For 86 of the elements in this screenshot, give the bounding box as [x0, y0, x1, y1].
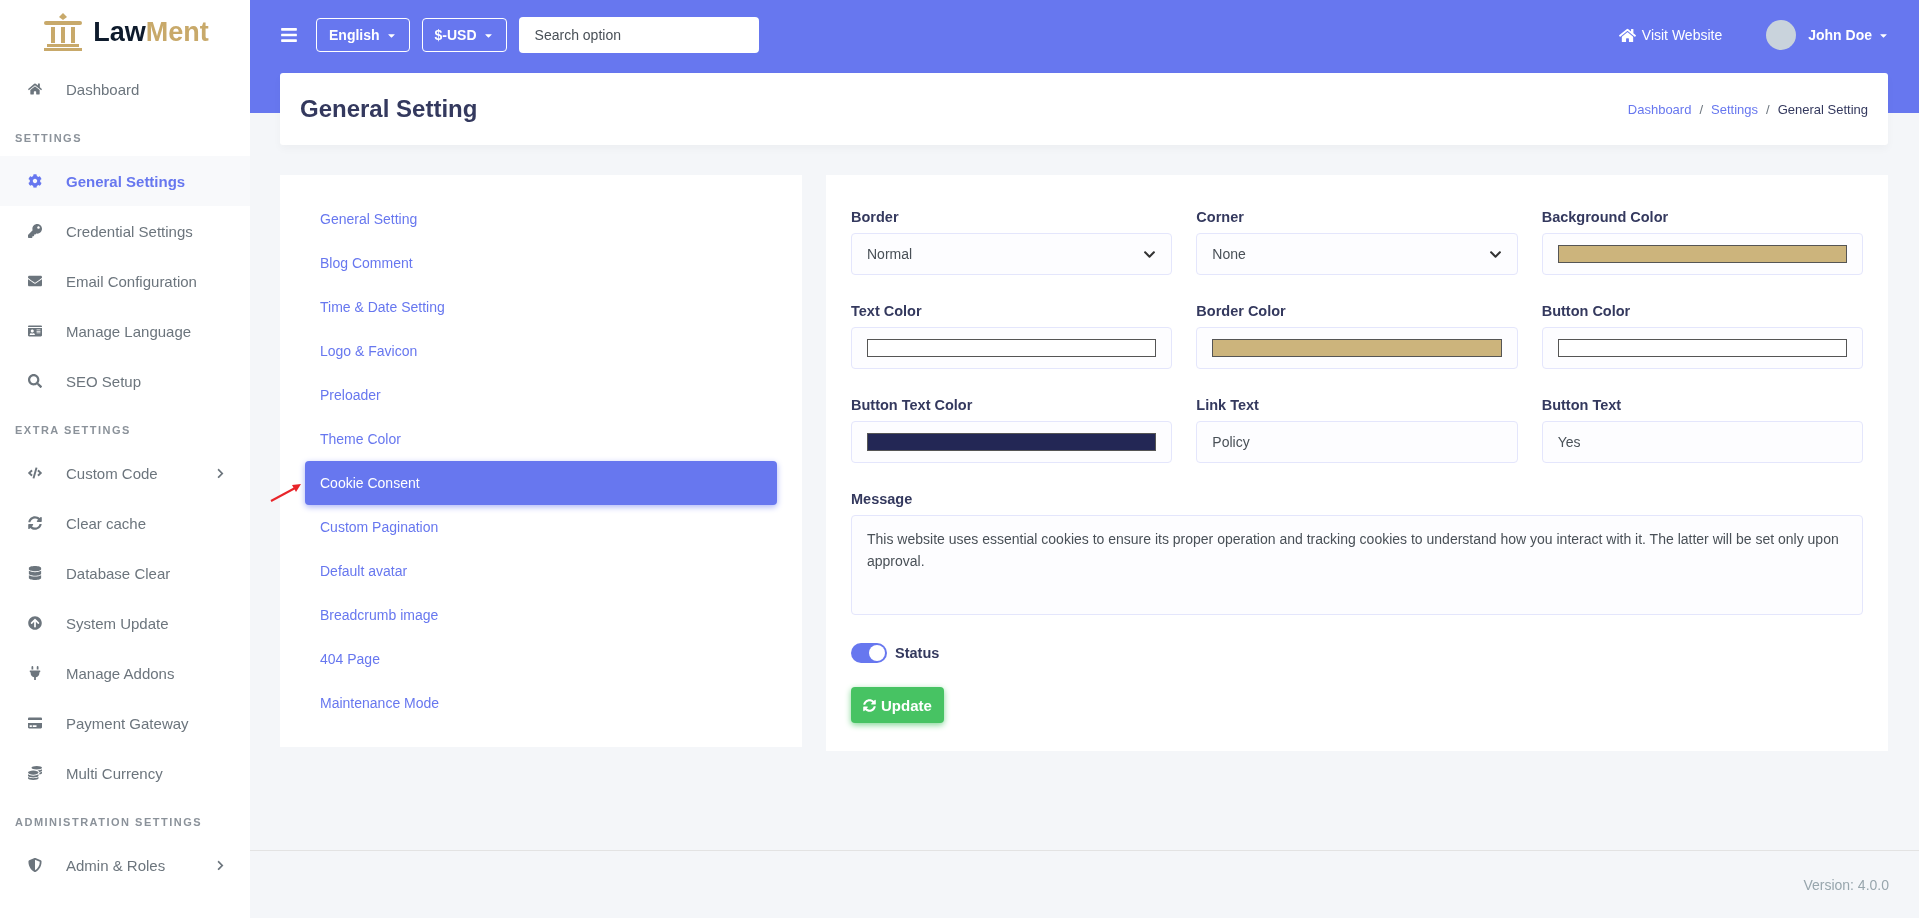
select-field[interactable]: Normal — [851, 233, 1173, 275]
sidebar-item[interactable]: Multi Currency — [0, 748, 250, 798]
sidebar-section-heading: SETTINGS — [14, 131, 83, 146]
breadcrumb-link[interactable]: Dashboard — [1627, 101, 1692, 117]
settings-menu-item[interactable]: Breadcrumb image — [305, 593, 777, 637]
chevron-right-icon — [215, 859, 226, 871]
coins-icon — [28, 766, 42, 780]
sidebar-item[interactable]: Manage Addons — [0, 648, 250, 698]
sidebar-item[interactable]: Clear cache — [0, 498, 250, 548]
sidebar-item[interactable]: Database Clear — [0, 548, 250, 598]
field-label: Text Color — [851, 303, 923, 319]
refresh-icon — [863, 698, 876, 712]
color-field[interactable] — [851, 421, 1173, 463]
avatar[interactable] — [1766, 20, 1797, 50]
sidebar-item[interactable]: Dashboard — [0, 64, 250, 114]
shield-icon — [28, 858, 42, 872]
settings-menu-item[interactable]: 404 Page — [305, 637, 777, 681]
toggle-label: Status — [895, 645, 940, 661]
settings-menu-item[interactable]: Custom Pagination — [305, 505, 777, 549]
settings-menu-item[interactable]: Blog Comment — [305, 241, 777, 285]
upload-icon — [28, 616, 42, 630]
settings-menu-item[interactable]: Cookie Consent — [305, 461, 777, 505]
settings-menu-item[interactable]: Theme Color — [305, 417, 777, 461]
id-card-icon — [28, 324, 42, 338]
sidebar-item[interactable]: Payment Gateway — [0, 698, 250, 748]
sidebar-item[interactable]: Custom Code — [0, 448, 250, 498]
brand-logo-text: LawMent — [93, 16, 209, 48]
home-icon — [28, 82, 42, 96]
menu-icon[interactable] — [280, 26, 298, 44]
plug-icon — [28, 666, 42, 680]
field-label: Border Color — [1196, 303, 1287, 319]
visit-website-link[interactable]: Visit Website — [1618, 26, 1723, 44]
credit-card-icon — [28, 716, 42, 730]
sidebar-section-heading: EXTRA SETTINGS — [14, 423, 132, 438]
currency-dropdown[interactable]: $-USD — [421, 18, 507, 52]
sidebar-item[interactable]: General Settings — [0, 156, 250, 206]
breadcrumb-current: General Setting — [1777, 101, 1868, 117]
input-field[interactable]: Policy — [1196, 421, 1518, 463]
update-button[interactable]: Update — [851, 687, 944, 723]
gear-icon — [28, 174, 42, 188]
user-menu[interactable]: John Doe — [1808, 27, 1889, 43]
field-label: Button Text — [1541, 397, 1623, 413]
breadcrumb-separator: / — [1699, 101, 1704, 117]
key-icon — [28, 224, 42, 238]
search-icon — [28, 374, 42, 388]
breadcrumb-separator: / — [1766, 101, 1770, 117]
field-label: Link Text — [1196, 397, 1260, 413]
sidebar-section-heading: ADMINISTRATION SETTINGS — [14, 815, 204, 830]
field-label: Button Text Color — [851, 397, 974, 413]
field-label: Corner — [1196, 209, 1245, 225]
annotation-arrow — [269, 481, 303, 503]
refresh-icon — [28, 516, 42, 530]
field-label: Message — [851, 491, 914, 507]
code-icon — [28, 466, 42, 480]
sidebar-item[interactable]: Credential Settings — [0, 206, 250, 256]
settings-menu-item[interactable]: Logo & Favicon — [305, 329, 777, 373]
status-toggle[interactable] — [851, 643, 887, 663]
select-field[interactable]: None — [1196, 233, 1518, 275]
envelope-icon — [28, 274, 42, 288]
page-title: General Setting — [300, 95, 478, 123]
breadcrumb-link[interactable]: Settings — [1711, 101, 1759, 117]
sidebar-item[interactable]: SEO Setup — [0, 356, 250, 406]
color-field[interactable] — [1196, 327, 1518, 369]
field-label: Border — [851, 209, 900, 225]
home-icon — [1618, 26, 1636, 44]
color-field[interactable] — [851, 327, 1173, 369]
field-label: Button Color — [1541, 303, 1632, 319]
color-field[interactable] — [1541, 327, 1863, 369]
language-dropdown[interactable]: English — [316, 18, 410, 52]
sidebar-item[interactable]: Email Configuration — [0, 256, 250, 306]
settings-menu-item[interactable]: General Setting — [305, 197, 777, 241]
field-label: Background Color — [1541, 209, 1670, 225]
database-icon — [28, 566, 42, 580]
sidebar-item[interactable]: Manage Language — [0, 306, 250, 356]
search-field[interactable]: Search option — [518, 17, 759, 53]
sidebar-item[interactable]: System Update — [0, 598, 250, 648]
chevron-right-icon — [215, 467, 226, 479]
sidebar-item[interactable]: Admin & Roles — [0, 840, 250, 890]
settings-menu-item[interactable]: Maintenance Mode — [305, 681, 777, 725]
input-field[interactable]: Yes — [1541, 421, 1863, 463]
message-textarea[interactable]: This website uses essential cookies to ensure its proper operation and tracking cookies to understand how you interact with it. The latter will be set only upon approval. — [851, 515, 1863, 615]
settings-menu-item[interactable]: Time & Date Setting — [305, 285, 777, 329]
settings-menu-item[interactable]: Preloader — [305, 373, 777, 417]
version-text: Version: 4.0.0 — [1803, 876, 1889, 893]
settings-menu-item[interactable]: Default avatar — [305, 549, 777, 593]
color-field[interactable] — [1541, 233, 1863, 275]
